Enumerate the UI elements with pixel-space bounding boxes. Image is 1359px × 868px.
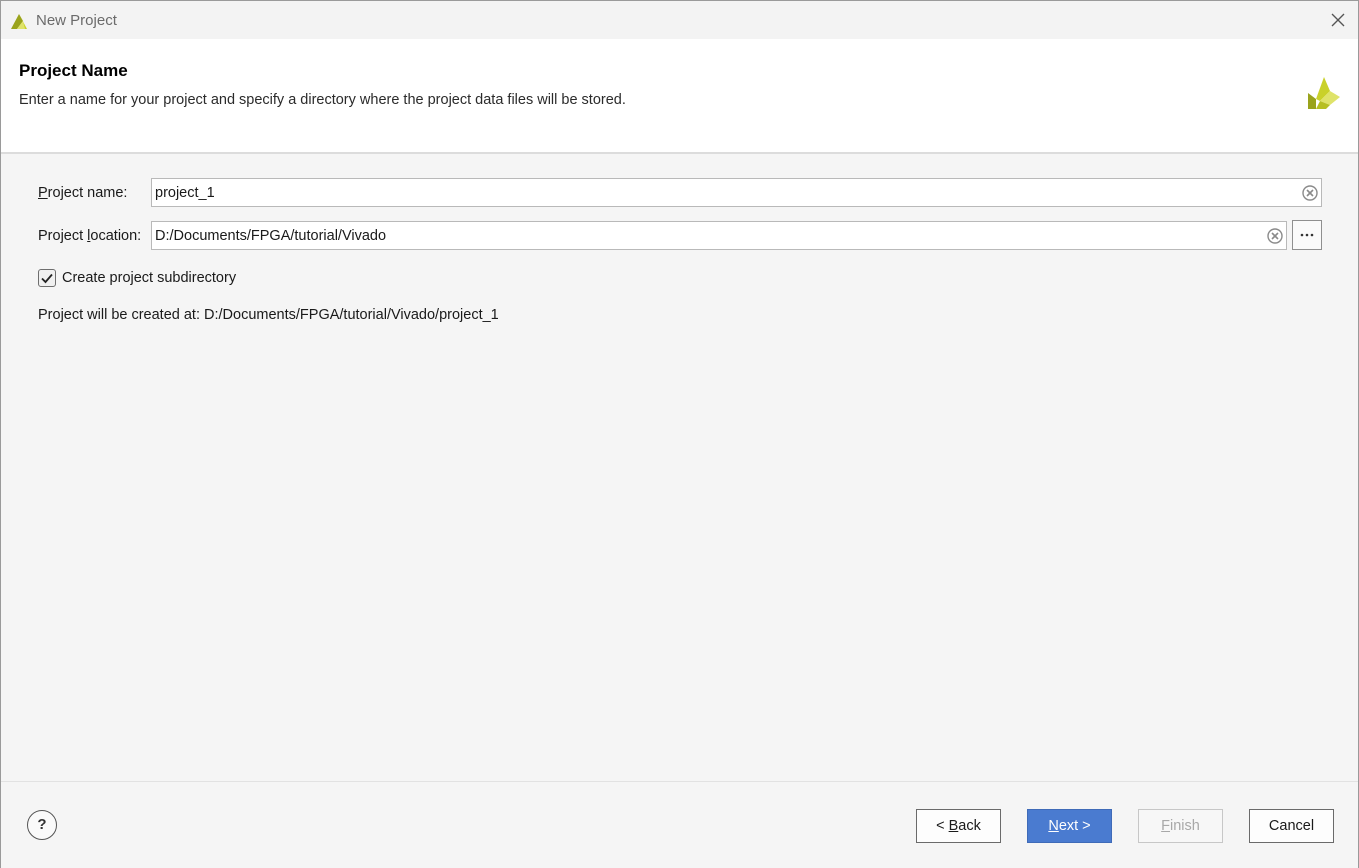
title-bar: New Project [1, 1, 1358, 39]
vivado-logo-icon [11, 14, 27, 29]
project-location-label: Project location: [38, 228, 142, 244]
back-button[interactable]: < Back [916, 809, 1001, 843]
next-button[interactable]: Next > [1027, 809, 1112, 843]
create-subdirectory-checkbox[interactable] [38, 269, 56, 287]
cancel-button[interactable]: Cancel [1249, 809, 1334, 843]
project-name-label: Project name: [38, 185, 128, 201]
page-title: Project Name [19, 61, 128, 80]
checkmark-icon [41, 273, 53, 284]
close-icon[interactable] [1328, 10, 1348, 30]
window-title: New Project [36, 12, 117, 29]
project-path-preview: Project will be created at: D:/Documents… [38, 307, 499, 323]
help-button[interactable]: ? [27, 810, 57, 840]
page-description: Enter a name for your project and specif… [19, 92, 626, 108]
project-location-field[interactable] [151, 221, 1287, 250]
clear-icon[interactable] [1267, 228, 1283, 244]
project-name-input[interactable] [155, 179, 1295, 206]
ellipsis-icon [1300, 233, 1314, 237]
clear-icon[interactable] [1302, 185, 1318, 201]
project-location-input[interactable] [155, 222, 1260, 249]
project-name-field[interactable] [151, 178, 1322, 207]
new-project-dialog: New Project Project Name Enter a name fo… [0, 0, 1359, 868]
finish-button[interactable]: Finish [1138, 809, 1223, 843]
browse-location-button[interactable] [1292, 220, 1322, 250]
help-icon: ? [37, 816, 47, 833]
vivado-logo-icon [1308, 77, 1340, 109]
wizard-header: Project Name Enter a name for your proje… [1, 39, 1358, 154]
create-subdirectory-label[interactable]: Create project subdirectory [62, 270, 236, 286]
wizard-footer: ? < Back Next > Finish Cancel [1, 781, 1358, 868]
